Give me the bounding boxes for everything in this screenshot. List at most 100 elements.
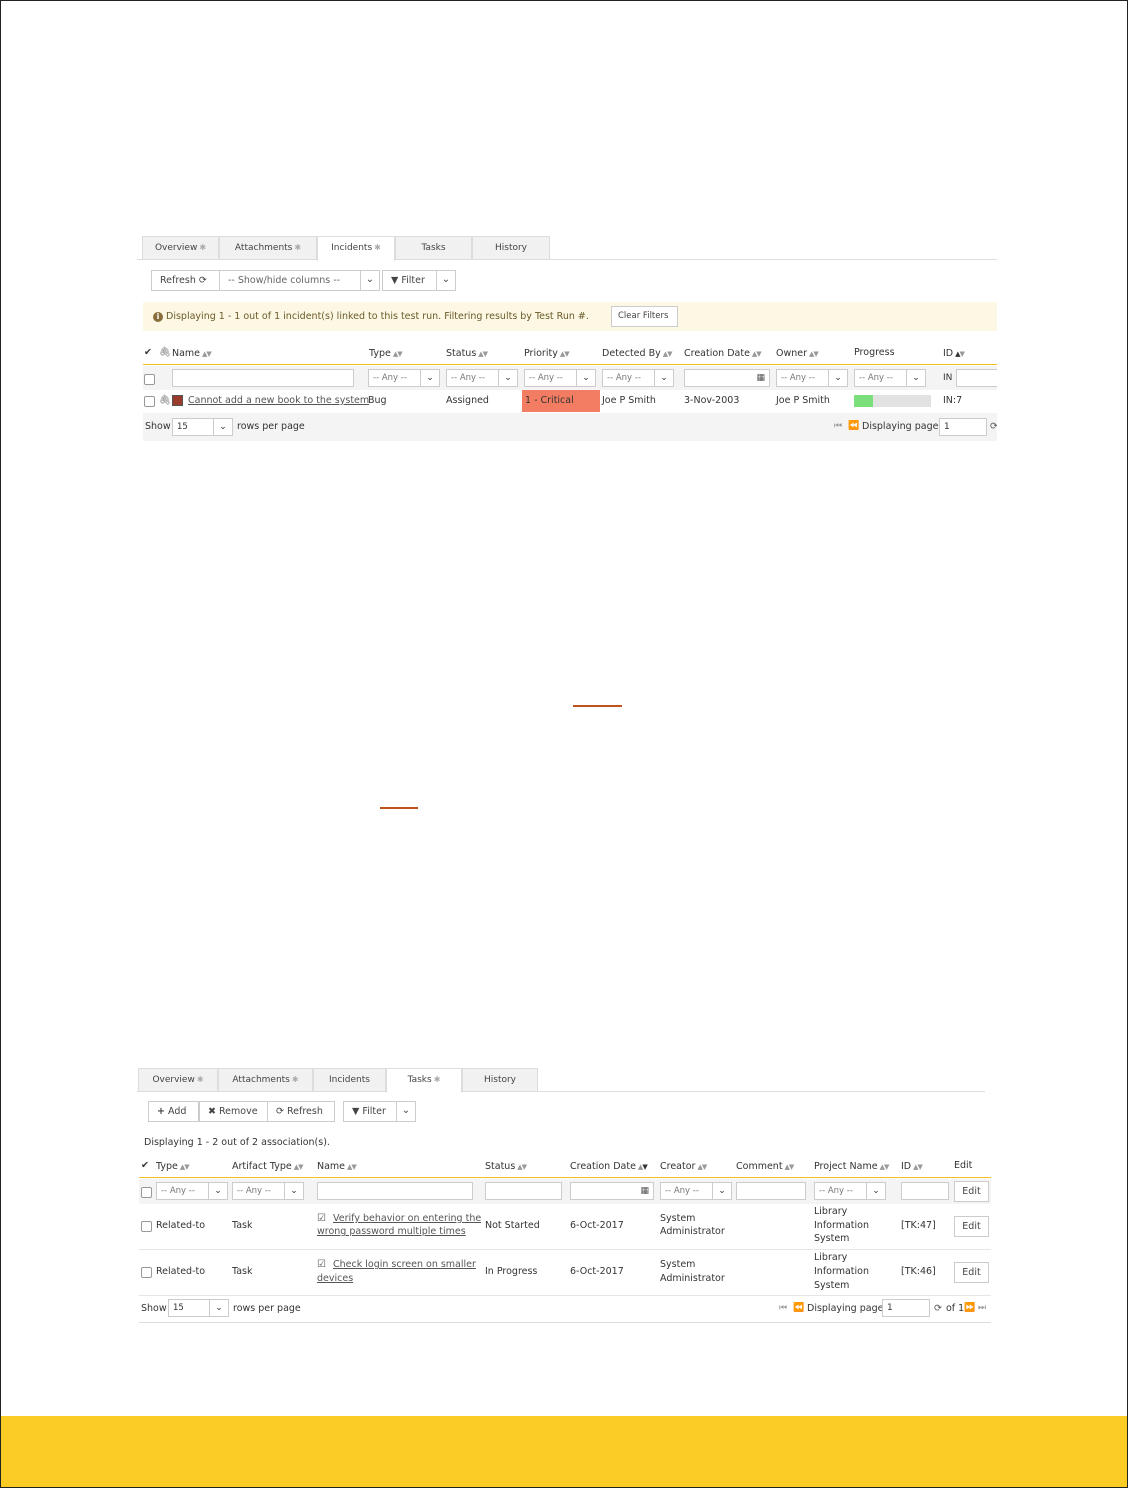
progress-filter-select[interactable]: -- Any -- ⌄ [854,369,926,387]
row-checkbox[interactable] [144,396,155,407]
sort-icon[interactable]: ▲▼ [517,1163,527,1171]
select-all-icon[interactable]: ✔ [144,347,152,358]
remove-button[interactable]: ✖ Remove [199,1101,268,1122]
tab-history[interactable]: History [472,236,550,259]
sort-icon[interactable]: ▲▼ [752,350,762,358]
task-name-link[interactable]: Check login screen on smaller [333,1259,476,1270]
select-all-checkbox[interactable] [144,374,155,385]
column-header-creation-date[interactable]: Creation Date ▲▼ [570,1161,648,1172]
edit-button[interactable]: Edit [954,1262,989,1283]
sort-icon[interactable]: ▲▼ [785,1163,795,1171]
column-header-creation-date[interactable]: Creation Date ▲▼ [684,348,762,359]
chevron-down-icon[interactable]: ⌄ [360,270,380,291]
calendar-icon[interactable]: ▦ [756,370,765,386]
status-filter-input[interactable] [485,1182,562,1200]
filter-button[interactable]: ▼ Filter [382,270,437,291]
column-header-priority[interactable]: Priority ▲▼ [524,348,570,359]
column-header-detected-by[interactable]: Detected By ▲▼ [602,348,672,359]
select-all-checkbox[interactable] [141,1187,152,1198]
creator-filter-select[interactable]: -- Any -- ⌄ [660,1182,732,1200]
project-filter-select[interactable]: -- Any -- ⌄ [814,1182,886,1200]
sort-icon[interactable]: ▲▼ [638,1163,648,1171]
sort-icon[interactable]: ▲▼ [202,350,212,358]
filter-edit-button[interactable]: Edit [954,1181,989,1202]
sort-icon[interactable]: ▲▼ [294,1163,304,1171]
row-checkbox[interactable] [141,1267,152,1278]
sort-icon[interactable]: ▲▼ [913,1163,923,1171]
select-all-icon[interactable]: ✔ [141,1160,149,1171]
tab-attachments[interactable]: Attachments ✱ [219,236,317,259]
chevron-down-icon[interactable]: ⌄ [436,270,456,291]
name-filter-input[interactable] [317,1182,473,1200]
tab-attachments[interactable]: Attachments ✱ [218,1068,313,1091]
sort-icon[interactable]: ▲▼ [478,350,488,358]
task-name-link[interactable]: devices [317,1273,353,1284]
column-header-project-name[interactable]: Project Name ▲▼ [814,1161,890,1172]
priority-filter-select[interactable]: -- Any -- ⌄ [524,369,596,387]
type-filter-select[interactable]: -- Any -- ⌄ [368,369,440,387]
column-header-type[interactable]: Type ▲▼ [156,1161,190,1172]
tab-incidents[interactable]: Incidents ✱ [317,236,395,261]
column-header-comment[interactable]: Comment ▲▼ [736,1161,795,1172]
previous-page-icon[interactable]: ⏪ [848,421,859,431]
name-filter-input[interactable] [172,369,354,387]
sort-icon[interactable]: ▲▼ [880,1163,890,1171]
sort-icon[interactable]: ▲▼ [809,350,819,358]
id-filter-input[interactable] [956,369,997,387]
creation-date-filter-input[interactable]: ▦ [570,1182,654,1200]
artifact-type-filter-select[interactable]: -- Any -- ⌄ [232,1182,304,1200]
add-button[interactable]: + Add [148,1101,199,1122]
refresh-button[interactable]: Refresh ⟳ [151,270,220,291]
id-filter-input[interactable] [901,1182,949,1200]
column-header-type[interactable]: Type ▲▼ [369,348,403,359]
incident-name-link[interactable]: Cannot add a new book to the system [188,395,369,406]
filter-button[interactable]: ▼ Filter [343,1101,397,1122]
refresh-icon[interactable]: ⟳ [934,1303,942,1314]
tab-history[interactable]: History [462,1068,538,1091]
refresh-button[interactable]: ⟳ Refresh [267,1101,335,1122]
last-page-icon[interactable]: ⏭ [978,1303,986,1313]
type-filter-select[interactable]: -- Any -- ⌄ [156,1182,228,1200]
chevron-down-icon[interactable]: ⌄ [396,1101,416,1122]
first-page-icon[interactable]: ⏮ [834,421,842,431]
clear-filters-button[interactable]: Clear Filters [611,306,678,327]
page-number-input[interactable]: 1 [882,1299,930,1317]
task-name-link[interactable]: Verify behavior on entering the [333,1213,481,1224]
calendar-icon[interactable]: ▦ [640,1183,649,1199]
tab-overview[interactable]: Overview ✱ [138,1068,218,1091]
column-header-status[interactable]: Status ▲▼ [446,348,488,359]
refresh-icon[interactable]: ⟳ [990,421,997,432]
column-header-name[interactable]: Name ▲▼ [172,348,212,359]
task-name-link[interactable]: wrong password multiple times [317,1226,466,1237]
sort-icon[interactable]: ▲▼ [663,350,673,358]
sort-icon[interactable]: ▲▼ [697,1163,707,1171]
sort-icon[interactable]: ▲▼ [955,350,965,358]
tab-tasks[interactable]: Tasks [395,236,472,259]
rows-per-page-select[interactable]: 15 ⌄ [168,1299,229,1317]
column-header-name[interactable]: Name ▲▼ [317,1161,357,1172]
sort-icon[interactable]: ▲▼ [347,1163,357,1171]
column-header-id[interactable]: ID ▲▼ [901,1161,923,1172]
next-page-icon[interactable]: ⏩ [964,1303,975,1313]
column-header-artifact-type[interactable]: Artifact Type ▲▼ [232,1161,303,1172]
comment-filter-input[interactable] [736,1182,806,1200]
sort-icon[interactable]: ▲▼ [180,1163,190,1171]
rows-per-page-select[interactable]: 15 ⌄ [172,418,233,436]
sort-icon[interactable]: ▲▼ [393,350,403,358]
show-hide-columns-select[interactable]: -- Show/hide columns -- [219,270,361,291]
tab-incidents[interactable]: Incidents [313,1068,386,1091]
column-header-owner[interactable]: Owner ▲▼ [776,348,819,359]
owner-filter-select[interactable]: -- Any -- ⌄ [776,369,848,387]
row-checkbox[interactable] [141,1221,152,1232]
creation-date-filter-input[interactable]: ▦ [684,369,770,387]
tab-tasks[interactable]: Tasks ✱ [386,1068,462,1093]
previous-page-icon[interactable]: ⏪ [793,1303,804,1313]
column-header-id[interactable]: ID ▲▼ [943,348,965,359]
sort-icon[interactable]: ▲▼ [560,350,570,358]
status-filter-select[interactable]: -- Any -- ⌄ [446,369,518,387]
detected-by-filter-select[interactable]: -- Any -- ⌄ [602,369,674,387]
first-page-icon[interactable]: ⏮ [779,1303,787,1313]
page-number-input[interactable]: 1 [939,418,987,436]
tab-overview[interactable]: Overview ✱ [142,236,219,259]
column-header-creator[interactable]: Creator ▲▼ [660,1161,707,1172]
